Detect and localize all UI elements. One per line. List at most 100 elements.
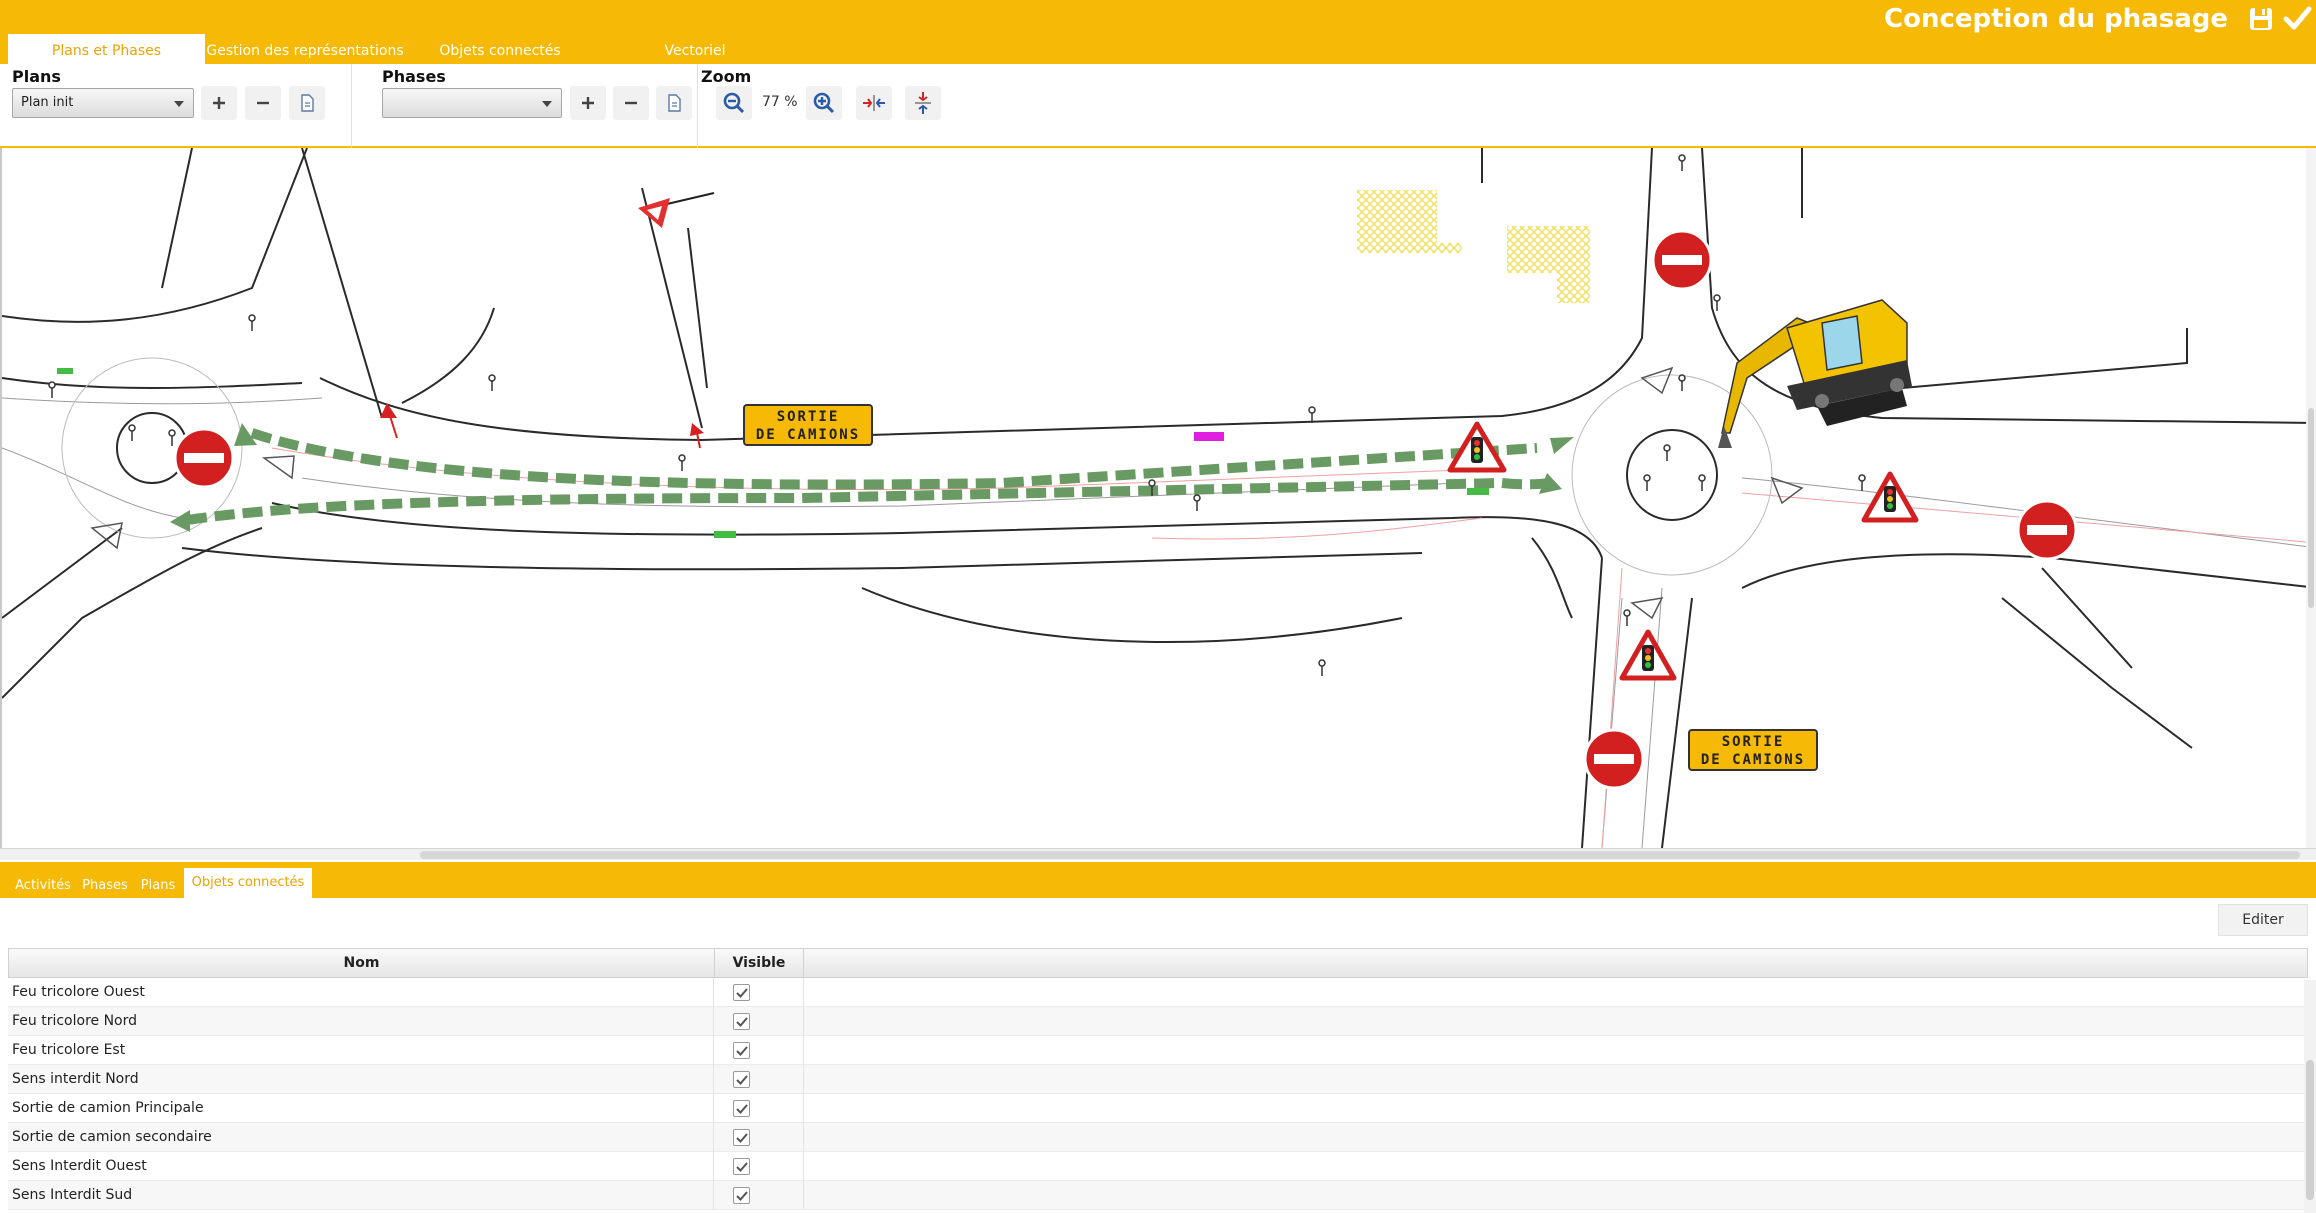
canvas-vertical-scrollbar[interactable] [2306,148,2316,848]
scrollbar-thumb[interactable] [2308,408,2314,608]
column-header-nom[interactable]: Nom [9,949,714,977]
row-name: Feu tricolore Est [12,1042,126,1058]
plan-properties-button[interactable] [289,86,325,120]
zoom-group-title: Zoom [701,67,752,86]
green-marker [714,531,736,538]
visible-checkbox[interactable] [733,1013,750,1030]
cell-divider [713,1152,714,1181]
sign-line-2: DE CAMIONS [755,427,861,443]
table-row[interactable]: Sens Interdit Ouest [8,1152,2308,1181]
table-row[interactable]: Sortie de camion Principale [8,1094,2308,1123]
row-name: Sortie de camion secondaire [12,1129,212,1145]
traffic-light-sign-east [1861,471,1919,523]
green-marker [57,368,73,374]
table-row[interactable]: Sens interdit Nord [8,1065,2308,1094]
red-flag-marker [638,192,715,228]
app-title: Conception du phasage [1884,4,2228,34]
row-name: Sens Interdit Sud [12,1187,133,1203]
scrollbar-thumb[interactable] [420,851,2300,859]
no-entry-sign-east [2016,499,2078,561]
road-markings [2,397,2316,848]
visible-checkbox[interactable] [733,1042,750,1059]
plan-canvas[interactable]: SORTIE DE CAMIONS SORTIE DE CAMIONS [0,148,2316,848]
document-edit-icon [668,94,681,112]
checkmark-icon [736,1017,748,1027]
zoom-out-button[interactable] [716,86,752,120]
table-row[interactable]: Feu tricolore Nord [8,1007,2308,1036]
checkmark-icon [736,1075,748,1085]
scrollbar-thumb[interactable] [2306,1060,2314,1200]
checkmark-icon[interactable] [2282,4,2312,34]
plans-dropdown-value: Plan init [21,95,74,110]
fit-width-icon [863,95,885,111]
arrow-head [1550,437,1574,454]
toolbar-divider [351,64,352,148]
cell-divider [803,1065,804,1094]
tab-objets-connectes[interactable]: Objets connectés [405,34,595,64]
visible-checkbox[interactable] [733,1187,750,1204]
chevron-down-icon [542,101,552,107]
green-marker [1467,488,1489,495]
fit-width-button[interactable] [856,86,892,120]
toolbar-divider [697,64,698,148]
fit-height-button[interactable] [905,86,941,120]
visible-checkbox[interactable] [733,1129,750,1146]
bottom-tab-bar: Activités Phases Plans Objets connectés [0,862,2316,898]
phases-dropdown[interactable] [382,88,562,118]
checkmark-icon [736,1133,748,1143]
tab-phases[interactable]: Phases [80,872,130,898]
remove-phase-button[interactable] [613,86,649,120]
add-phase-button[interactable] [570,86,606,120]
phase-properties-button[interactable] [656,86,692,120]
checkmark-icon [736,1104,748,1114]
visible-checkbox[interactable] [733,1158,750,1175]
plans-dropdown[interactable]: Plan init [12,88,194,118]
cell-divider [713,1123,714,1152]
sortie-camions-sign-principale[interactable]: SORTIE DE CAMIONS [743,404,873,446]
cell-divider [713,1094,714,1123]
arrow-head [170,510,190,532]
save-icon[interactable] [2246,4,2276,34]
traffic-light-sign-north [1619,629,1677,681]
tab-gestion-representations[interactable]: Gestion des représentations [205,34,405,64]
table-body: Feu tricolore Ouest Feu tricolore Nord F… [8,978,2308,1210]
edit-button[interactable]: Editer [2218,904,2308,936]
cell-divider [803,1094,804,1123]
table-vertical-scrollbar[interactable] [2304,980,2316,1213]
table-row[interactable]: Sortie de camion secondaire [8,1123,2308,1152]
sortie-camions-sign-secondaire[interactable]: SORTIE DE CAMIONS [1688,729,1818,771]
tab-plans[interactable]: Plans [136,872,180,898]
row-name: Sens interdit Nord [12,1071,139,1087]
tab-activites[interactable]: Activités [6,872,80,898]
table-row[interactable]: Sens Interdit Sud [8,1181,2308,1210]
sign-line-1: SORTIE [1721,734,1785,750]
add-plan-button[interactable] [201,86,237,120]
visible-checkbox[interactable] [733,1100,750,1117]
app-window: Conception du phasage Plans et Phases Ge… [0,0,2316,1213]
tab-vectoriel[interactable]: Vectoriel [595,34,795,64]
cell-divider [713,1007,714,1036]
no-entry-sign-west [173,427,235,489]
remove-plan-button[interactable] [245,86,281,120]
table-row[interactable]: Feu tricolore Est [8,1036,2308,1065]
cell-divider [713,1065,714,1094]
title-bar: Conception du phasage Plans et Phases Ge… [0,0,2316,64]
checkmark-icon [736,1191,748,1201]
column-header-visible[interactable]: Visible [714,949,804,977]
zoom-in-button[interactable] [806,86,842,120]
plus-icon [582,97,594,109]
cell-divider [803,1123,804,1152]
row-name: Feu tricolore Nord [12,1013,138,1029]
tab-plans-et-phases[interactable]: Plans et Phases [8,34,205,64]
visible-checkbox[interactable] [733,984,750,1001]
hatched-zone [1507,226,1590,303]
canvas-horizontal-scrollbar[interactable] [0,848,2316,860]
hatched-zone [1357,190,1462,253]
table-row[interactable]: Feu tricolore Ouest [8,978,2308,1007]
tab-objets-connectes-panel[interactable]: Objets connectés [184,868,312,898]
cell-divider [803,978,804,1007]
ribbon-toolbar: Plans Plan init Phases Zoom 77 % [0,64,2316,148]
row-name: Feu tricolore Ouest [12,984,145,1000]
visible-checkbox[interactable] [733,1071,750,1088]
phases-group-title: Phases [382,67,446,86]
